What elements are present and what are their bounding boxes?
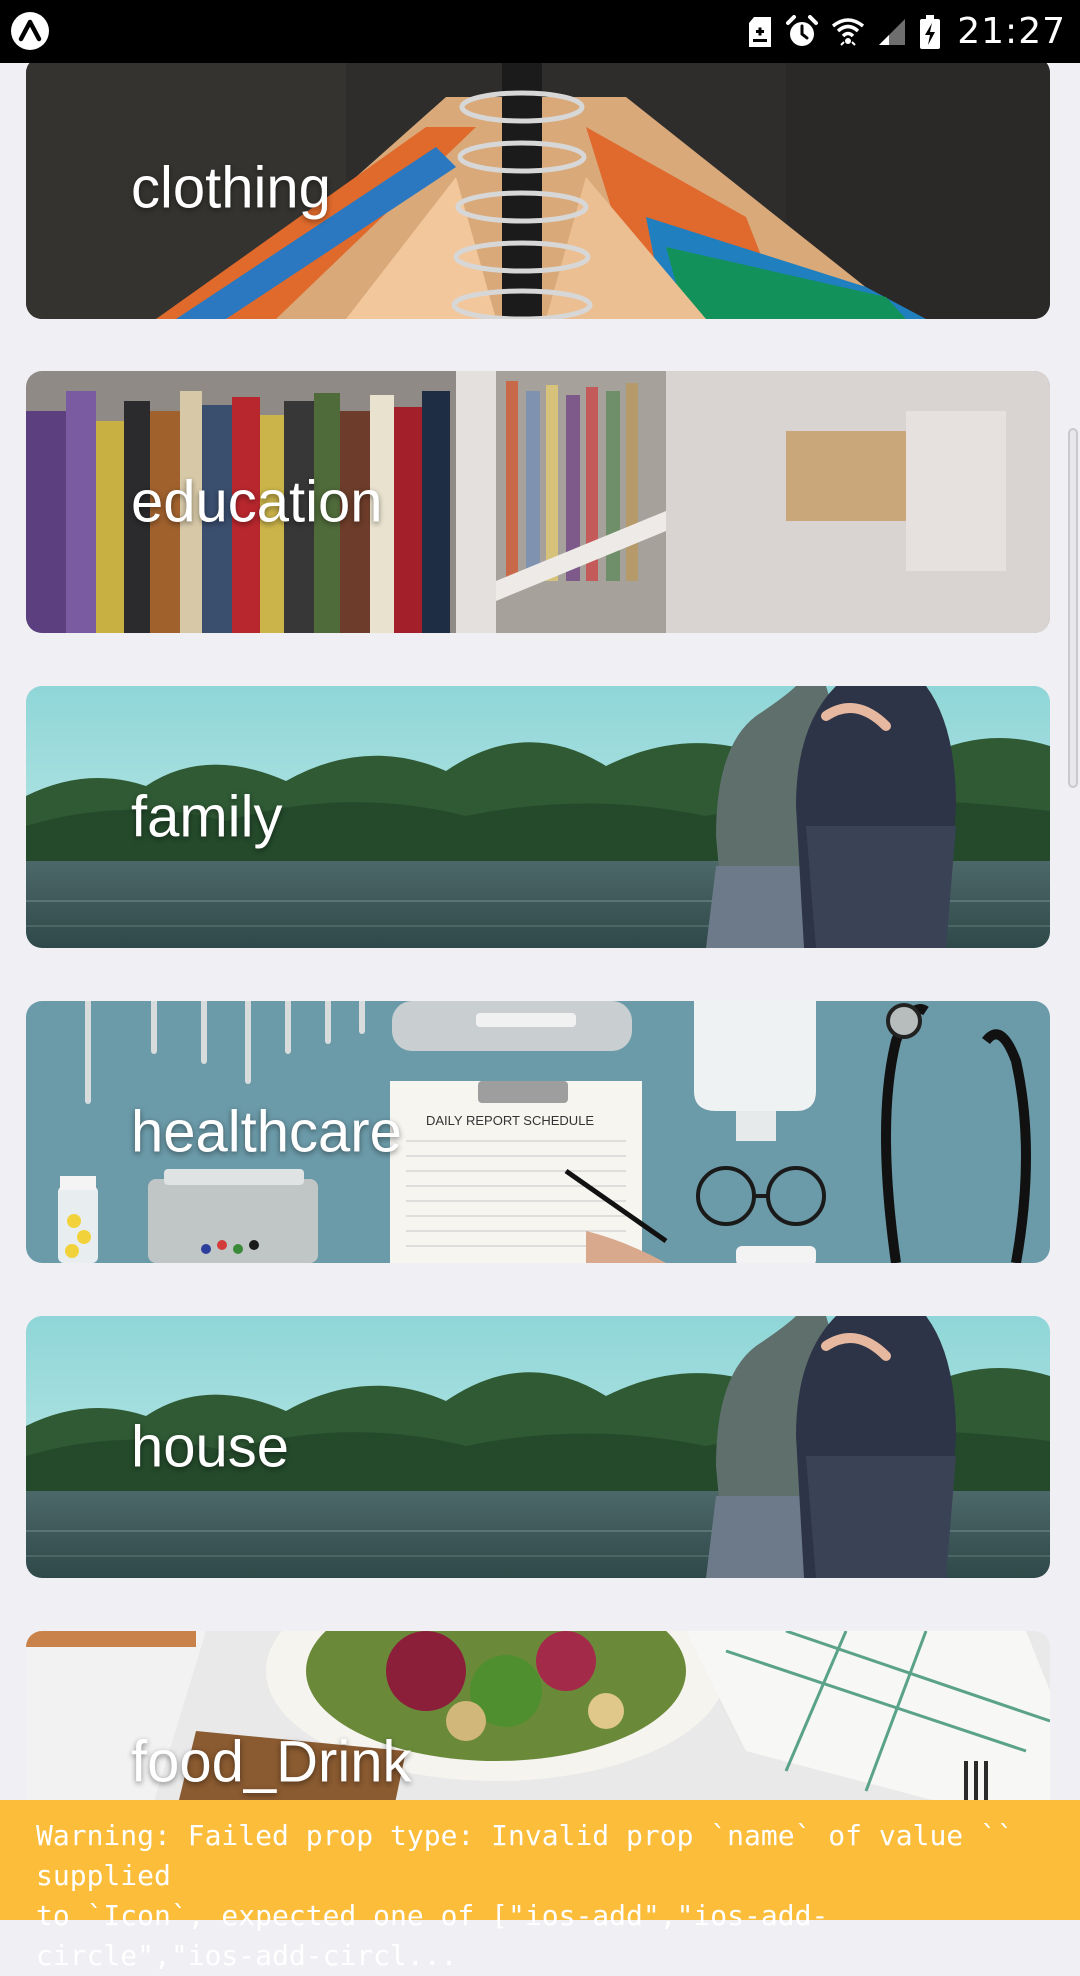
sd-card-icon [749, 16, 772, 47]
category-label: clothing [131, 155, 331, 221]
yellowbox-warning[interactable]: Warning: Failed prop type: Invalid prop … [0, 1800, 1080, 1972]
category-list[interactable]: clothing education family DAILY REPORT S… [0, 63, 1080, 1920]
wifi-icon [832, 17, 865, 46]
category-label: family [131, 784, 283, 850]
scrollbar-thumb[interactable] [1068, 428, 1078, 788]
category-label: food_Drink [131, 1729, 412, 1795]
category-label: education [131, 469, 383, 535]
app-logo-icon [11, 12, 49, 50]
status-bar: 21:27 [0, 0, 1080, 63]
status-time: 21:27 [957, 11, 1066, 52]
svg-text:DAILY REPORT SCHEDULE: DAILY REPORT SCHEDULE [426, 1113, 594, 1128]
category-label: healthcare [131, 1099, 402, 1165]
status-icons: 21:27 [747, 0, 1066, 63]
warning-message: Warning: Failed prop type: Invalid prop … [36, 1816, 1044, 1976]
warning-line-2: to `Icon`, expected one of ["ios-add","i… [36, 1899, 829, 1972]
category-card-education[interactable]: education [26, 371, 1050, 633]
category-card-clothing[interactable]: clothing [26, 63, 1050, 319]
category-label: house [131, 1414, 290, 1480]
category-card-healthcare[interactable]: DAILY REPORT SCHEDULE healthcare [26, 1001, 1050, 1263]
warning-line-1: Warning: Failed prop type: Invalid prop … [36, 1819, 1014, 1892]
category-card-family[interactable]: family [26, 686, 1050, 948]
category-card-house[interactable]: house [26, 1316, 1050, 1578]
cell-signal-icon [879, 18, 906, 45]
battery-charging-icon [920, 14, 941, 49]
alarm-icon [786, 14, 819, 46]
